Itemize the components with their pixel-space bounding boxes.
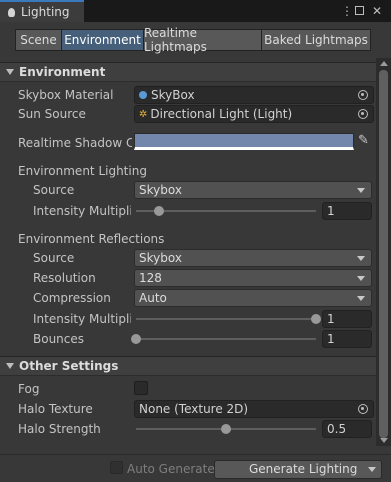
reflection-source-label: Source [33,251,75,265]
fog-checkbox[interactable] [134,381,148,395]
chevron-down-icon [357,256,365,261]
slider-thumb[interactable] [131,334,141,344]
shadow-color-label: Realtime Shadow Color [18,136,132,150]
window-tab-lighting[interactable]: Lighting [0,0,84,22]
bounces-slider[interactable] [131,334,316,344]
eyedropper-icon[interactable]: ✎ [358,133,369,148]
halo-strength-input[interactable]: 0.5 [322,420,372,438]
window-titlebar: Lighting ⋮ ✕ [0,0,391,22]
light-icon: ✲ [139,108,148,120]
slider-thumb[interactable] [311,314,321,324]
halo-strength-slider[interactable] [136,424,316,434]
reflection-source-dropdown[interactable]: Skybox [134,249,372,267]
halo-texture-label: Halo Texture [18,402,93,416]
tab-environment[interactable]: Environment [61,29,144,51]
environment-section-header[interactable]: Environment [0,62,376,82]
auto-generate-checkbox[interactable] [110,461,123,474]
tab-baked-lightmaps[interactable]: Baked Lightmaps [261,29,371,51]
reflection-intensity-slider[interactable] [136,314,321,324]
compression-label: Compression [33,291,111,305]
foldout-arrow-icon [6,363,14,369]
environment-reflections-heading: Environment Reflections [18,232,165,246]
lighting-intensity-label: Intensity Multiplier [33,204,131,218]
environment-lighting-heading: Environment Lighting [18,164,147,178]
skybox-material-label: Skybox Material [18,88,114,102]
scrollbar-thumb[interactable] [379,70,388,438]
chevron-down-icon [357,276,365,281]
resolution-dropdown[interactable]: 128 [134,269,372,287]
reflection-intensity-input[interactable]: 1 [322,310,372,328]
lighting-tabs: Scene Environment Realtime Lightmaps Bak… [15,26,371,54]
lighting-intensity-slider[interactable] [136,206,316,216]
more-options-icon[interactable]: ⋮ [341,4,353,18]
tab-realtime-lightmaps[interactable]: Realtime Lightmaps [143,26,262,54]
lighting-source-label: Source [33,183,75,197]
compression-dropdown[interactable]: Auto [134,289,372,307]
generate-lighting-button[interactable]: Generate Lighting [214,460,382,479]
resolution-label: Resolution [33,271,96,285]
slider-thumb[interactable] [221,424,231,434]
fog-label: Fog [18,382,40,396]
lighting-intensity-input[interactable]: 1 [322,202,372,220]
scroll-up-icon[interactable] [380,61,388,66]
sun-source-label: Sun Source [18,107,86,121]
chevron-down-icon [357,296,365,301]
skybox-material-field[interactable]: SkyBox [134,86,374,104]
lighting-source-dropdown[interactable]: Skybox [134,181,372,199]
chevron-down-icon[interactable] [368,467,376,472]
reflection-intensity-label: Intensity Multiplier [33,312,131,326]
bounces-input[interactable]: 1 [322,330,372,348]
halo-texture-field[interactable]: None (Texture 2D) [134,400,374,418]
chevron-down-icon [357,188,365,193]
object-picker-icon[interactable] [358,109,368,119]
other-settings-section-header[interactable]: Other Settings [0,356,376,376]
bottom-bar: Auto Generate Generate Lighting [0,454,391,482]
foldout-arrow-icon [6,69,14,75]
tab-scene[interactable]: Scene [15,29,62,51]
slider-thumb[interactable] [153,206,164,216]
halo-strength-label: Halo Strength [18,422,101,436]
maximize-icon[interactable] [355,6,364,15]
sun-source-field[interactable]: ✲ Directional Light (Light) [134,105,374,123]
lightbulb-icon [8,7,15,17]
vertical-scrollbar[interactable] [376,58,391,446]
close-icon[interactable]: ✕ [372,4,382,18]
shadow-color-swatch[interactable] [134,133,354,150]
object-picker-icon[interactable] [358,404,368,414]
scroll-down-icon[interactable] [380,438,388,443]
object-picker-icon[interactable] [358,90,368,100]
auto-generate-label: Auto Generate [127,462,215,476]
material-icon [139,91,147,99]
bounces-label: Bounces [33,332,85,346]
window-title: Lighting [21,5,70,19]
